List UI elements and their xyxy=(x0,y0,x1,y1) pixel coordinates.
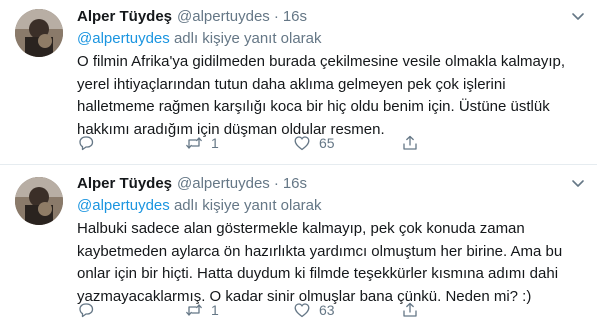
heart-icon xyxy=(294,303,310,318)
tweet-text-line: Halbuki sadece alan göstermekle kalmayıp… xyxy=(77,220,525,237)
separator: · xyxy=(273,175,279,192)
reply-context-text: adlı kişiye yanıt olarak xyxy=(169,30,322,47)
avatar[interactable] xyxy=(15,177,63,225)
reply-context-text: adlı kişiye yanıt olarak xyxy=(169,197,322,214)
avatar[interactable] xyxy=(15,9,63,57)
tweet-header: Alper Tüydeş @alpertuydes · 16s xyxy=(77,174,585,195)
user-handle[interactable]: @alpertuydes xyxy=(177,7,270,27)
tweet-text-line: O filmin Afrika'ya gidilmeden burada çek… xyxy=(77,53,566,70)
reply-context: @alpertuydes adlı kişiye yanıt olarak xyxy=(77,196,585,217)
retweet-button[interactable]: 1 xyxy=(185,134,293,152)
share-button[interactable] xyxy=(401,134,441,152)
tweet-header: Alper Tüydeş @alpertuydes · 16s xyxy=(77,7,585,28)
reply-button[interactable] xyxy=(77,134,185,152)
tweet-text-line: onlar için bir hiçti. Hatta duydum ki fi… xyxy=(77,265,559,282)
timestamp[interactable]: 16s xyxy=(283,7,307,27)
retweet-icon xyxy=(186,304,202,316)
separator: · xyxy=(273,8,279,25)
display-name[interactable]: Alper Tüydeş xyxy=(77,174,172,194)
tweet-actions: 1 65 xyxy=(77,133,441,153)
reply-handle-link[interactable]: @alpertuydes xyxy=(77,30,170,47)
retweet-count: 1 xyxy=(211,135,219,151)
retweet-count: 1 xyxy=(211,302,219,318)
user-handle[interactable]: @alpertuydes xyxy=(177,174,270,194)
tweet-text: O filmin Afrika'ya gidilmeden burada çek… xyxy=(77,51,585,141)
like-button[interactable]: 63 xyxy=(293,301,401,319)
reply-button[interactable] xyxy=(77,301,185,319)
chevron-down-icon[interactable] xyxy=(571,9,585,23)
share-icon xyxy=(403,302,417,317)
tweet-content: Alper Tüydeş @alpertuydes · 16s @alpertu… xyxy=(77,174,585,308)
tweet-text-line: kaybetmeden aylarca ön hazırlıkta yardım… xyxy=(77,242,563,260)
display-name[interactable]: Alper Tüydeş xyxy=(77,7,172,27)
share-button[interactable] xyxy=(401,301,441,319)
like-button[interactable]: 65 xyxy=(293,134,401,152)
retweet-icon xyxy=(186,137,202,149)
tweet-content: Alper Tüydeş @alpertuydes · 16s @alpertu… xyxy=(77,7,585,141)
tweet-actions: 1 63 xyxy=(77,300,441,320)
chevron-down-icon[interactable] xyxy=(571,176,585,190)
tweet[interactable]: Alper Tüydeş @alpertuydes · 16s @alpertu… xyxy=(0,165,597,328)
reply-icon xyxy=(79,136,94,151)
reply-handle-link[interactable]: @alpertuydes xyxy=(77,197,170,214)
reply-icon xyxy=(79,303,94,318)
timestamp[interactable]: 16s xyxy=(283,174,307,194)
like-count: 63 xyxy=(319,302,335,318)
share-icon xyxy=(403,135,417,150)
like-count: 65 xyxy=(319,135,335,151)
tweet-text-line: halletmeme rağmen karşılığı koca bir hiç… xyxy=(77,98,550,115)
tweet-text-line: yerel ihtiyaçlarından tutun daha aklıma … xyxy=(77,75,506,93)
tweet-text: Halbuki sadece alan göstermekle kalmayıp… xyxy=(77,218,585,308)
tweet[interactable]: Alper Tüydeş @alpertuydes · 16s @alpertu… xyxy=(0,0,597,165)
reply-context: @alpertuydes adlı kişiye yanıt olarak xyxy=(77,29,585,50)
retweet-button[interactable]: 1 xyxy=(185,301,293,319)
heart-icon xyxy=(294,136,310,151)
